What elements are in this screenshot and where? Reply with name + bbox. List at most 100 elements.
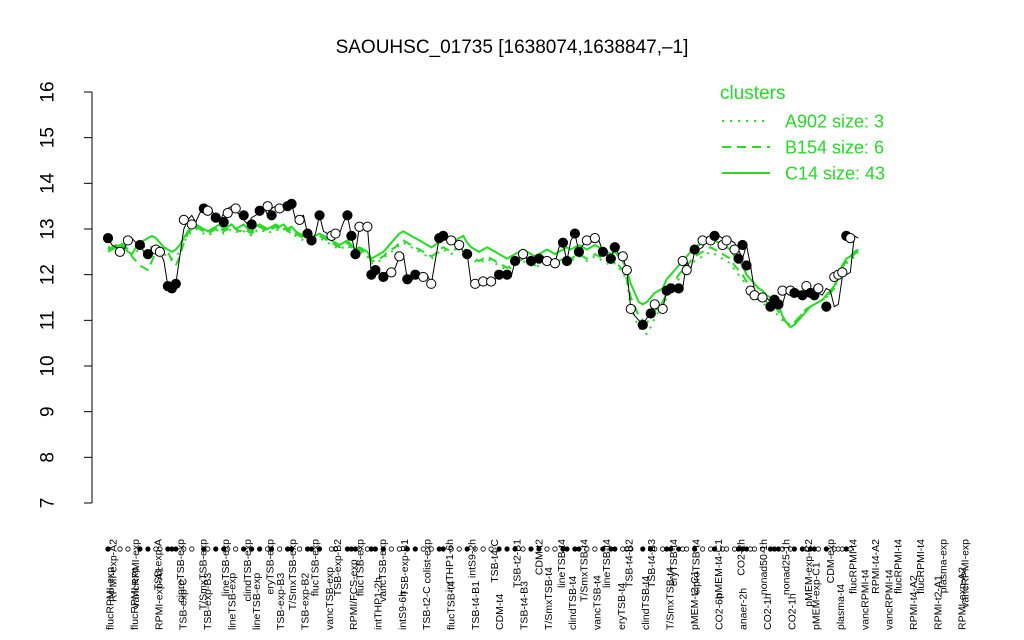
legend-title: clusters (720, 83, 785, 104)
x-label-bottom-19: clindTSB-t4 (567, 576, 579, 630)
marker-0 (102, 233, 114, 244)
x-label-bottom-30: plasma-t4 (835, 584, 847, 630)
marker-61 (549, 258, 561, 269)
rug-dot-106 (815, 546, 821, 552)
x-label-bottom-32: vancRPMI-t4 (884, 569, 896, 630)
marker-28 (306, 235, 317, 246)
marker-15 (218, 217, 229, 228)
x-label-bottom-9: vancTSB-exp (324, 567, 336, 630)
marker-95 (757, 292, 768, 303)
rug-dot-14 (213, 546, 219, 552)
marker-106 (813, 283, 824, 294)
x-label-bottom-28: CO2-1h (786, 593, 798, 630)
x-label-bottom-26: anaer-2h (738, 588, 750, 630)
marker-75 (645, 308, 656, 319)
rug-dot-23 (277, 546, 283, 552)
x-label-bottom-2: RPMI-exp-A1 (153, 567, 165, 630)
x-label-top-14: colist-exp (422, 539, 434, 584)
rug-dot-4 (145, 546, 151, 552)
y-tick-label-0: 7 (38, 498, 59, 509)
x-label-top-8: T/SmxTSB-exp (287, 539, 299, 610)
x-label-top-33: flucRPMI-t4 (848, 539, 860, 594)
marker-33 (346, 230, 357, 241)
marker-50 (462, 249, 473, 260)
marker-80 (673, 283, 684, 294)
marker-18 (238, 210, 249, 221)
x-label-bottom-18: T/SmxTSB-t4 (543, 567, 555, 630)
x-label-top-18: TSB-t2-B1 (511, 539, 523, 588)
marker-19 (246, 219, 257, 230)
x-label-bottom-20: vancTSB-t4 (592, 575, 604, 630)
rug-dot-82 (684, 546, 690, 552)
rug-dot-101 (791, 546, 798, 552)
x-label-bottom-7: TSB-exp-B3 (275, 573, 287, 630)
marker-21 (262, 201, 273, 212)
marker-69 (605, 253, 616, 264)
x-label-bottom-27: CO2-1h (762, 593, 774, 630)
rug-dot-20 (257, 546, 263, 552)
rug-dot-52 (480, 546, 486, 552)
marker-65 (573, 246, 585, 257)
x-label-bottom-11: intTHP1-2h (372, 577, 384, 630)
rug-dot-58 (528, 546, 534, 552)
x-label-bottom-6: lineTSB-exp (251, 573, 263, 630)
marker-81 (677, 255, 688, 267)
x-label-top-21: T/SmxTSB-t4 (578, 539, 590, 602)
marker-73 (625, 303, 636, 315)
marker-3 (134, 239, 146, 251)
marker-34 (350, 249, 361, 260)
legend-label-1: B154 size: 6 (785, 137, 884, 157)
y-tick-label-2: 9 (38, 406, 59, 417)
marker-88 (721, 235, 732, 246)
marker-67 (589, 233, 600, 244)
marker-41 (394, 251, 405, 262)
x-label-top-27: pMEM-t4-C1 (713, 539, 725, 599)
x-label-top-30: nonad25-1h (780, 539, 792, 595)
x-label-top-28: CO2-2h (735, 539, 747, 576)
marker-29 (314, 210, 325, 221)
marker-86 (709, 230, 720, 241)
x-label-bottom-29: pMEM-exp-C1 (811, 562, 823, 630)
marker-91 (737, 239, 748, 251)
x-label-bottom-34: RPMI-t2-A1 (932, 575, 944, 630)
marker-13 (202, 205, 213, 216)
rug-dot-55 (504, 546, 510, 552)
x-label-bottom-1: flucRPMI-exp (129, 567, 141, 630)
marker-62 (557, 237, 569, 248)
marker-38 (370, 265, 381, 276)
x-label-bottom-3: TSB-exp-C (178, 578, 190, 630)
marker-36 (362, 221, 373, 232)
x-label-bottom-15: TSB-t4-B1 (470, 581, 482, 630)
marker-17 (230, 203, 241, 214)
marker-2 (122, 235, 134, 246)
rug-dot-74 (640, 546, 646, 552)
rug-dot-94 (751, 546, 758, 552)
x-label-bottom-22: clindTSB-t4 (640, 576, 652, 630)
x-label-bottom-12: intS9-6h (397, 591, 409, 630)
marker-6 (154, 246, 165, 257)
marker-40 (386, 267, 397, 278)
y-tick-label-4: 11 (38, 310, 59, 330)
marker-71 (617, 251, 628, 262)
y-tick-label-1: 8 (38, 452, 59, 463)
y-tick-label-9: 16 (38, 81, 59, 102)
x-label-top-17: TSB-t4-C (489, 539, 501, 583)
marker-56 (509, 255, 521, 267)
x-label-bottom-24: pMEM-t2-C1 (689, 570, 701, 630)
x-label-bottom-33: RPMI-t4-A2 (908, 575, 920, 630)
marker-68 (597, 246, 608, 257)
rug-dot-49 (456, 546, 462, 552)
marker-112 (845, 233, 856, 244)
marker-57 (517, 249, 529, 260)
rug-dot-17 (233, 546, 239, 552)
marker-90 (733, 253, 744, 264)
marker-25 (286, 198, 297, 209)
x-label-bottom-8: TSB-exp-B2 (299, 573, 311, 630)
marker-107 (821, 301, 832, 312)
marker-49 (454, 239, 465, 251)
x-label-bottom-4: TSB-exp-B3 (202, 573, 214, 630)
y-tick-label-3: 10 (38, 355, 59, 376)
marker-83 (689, 244, 700, 255)
marker-45 (426, 278, 437, 289)
marker-1 (114, 246, 126, 257)
